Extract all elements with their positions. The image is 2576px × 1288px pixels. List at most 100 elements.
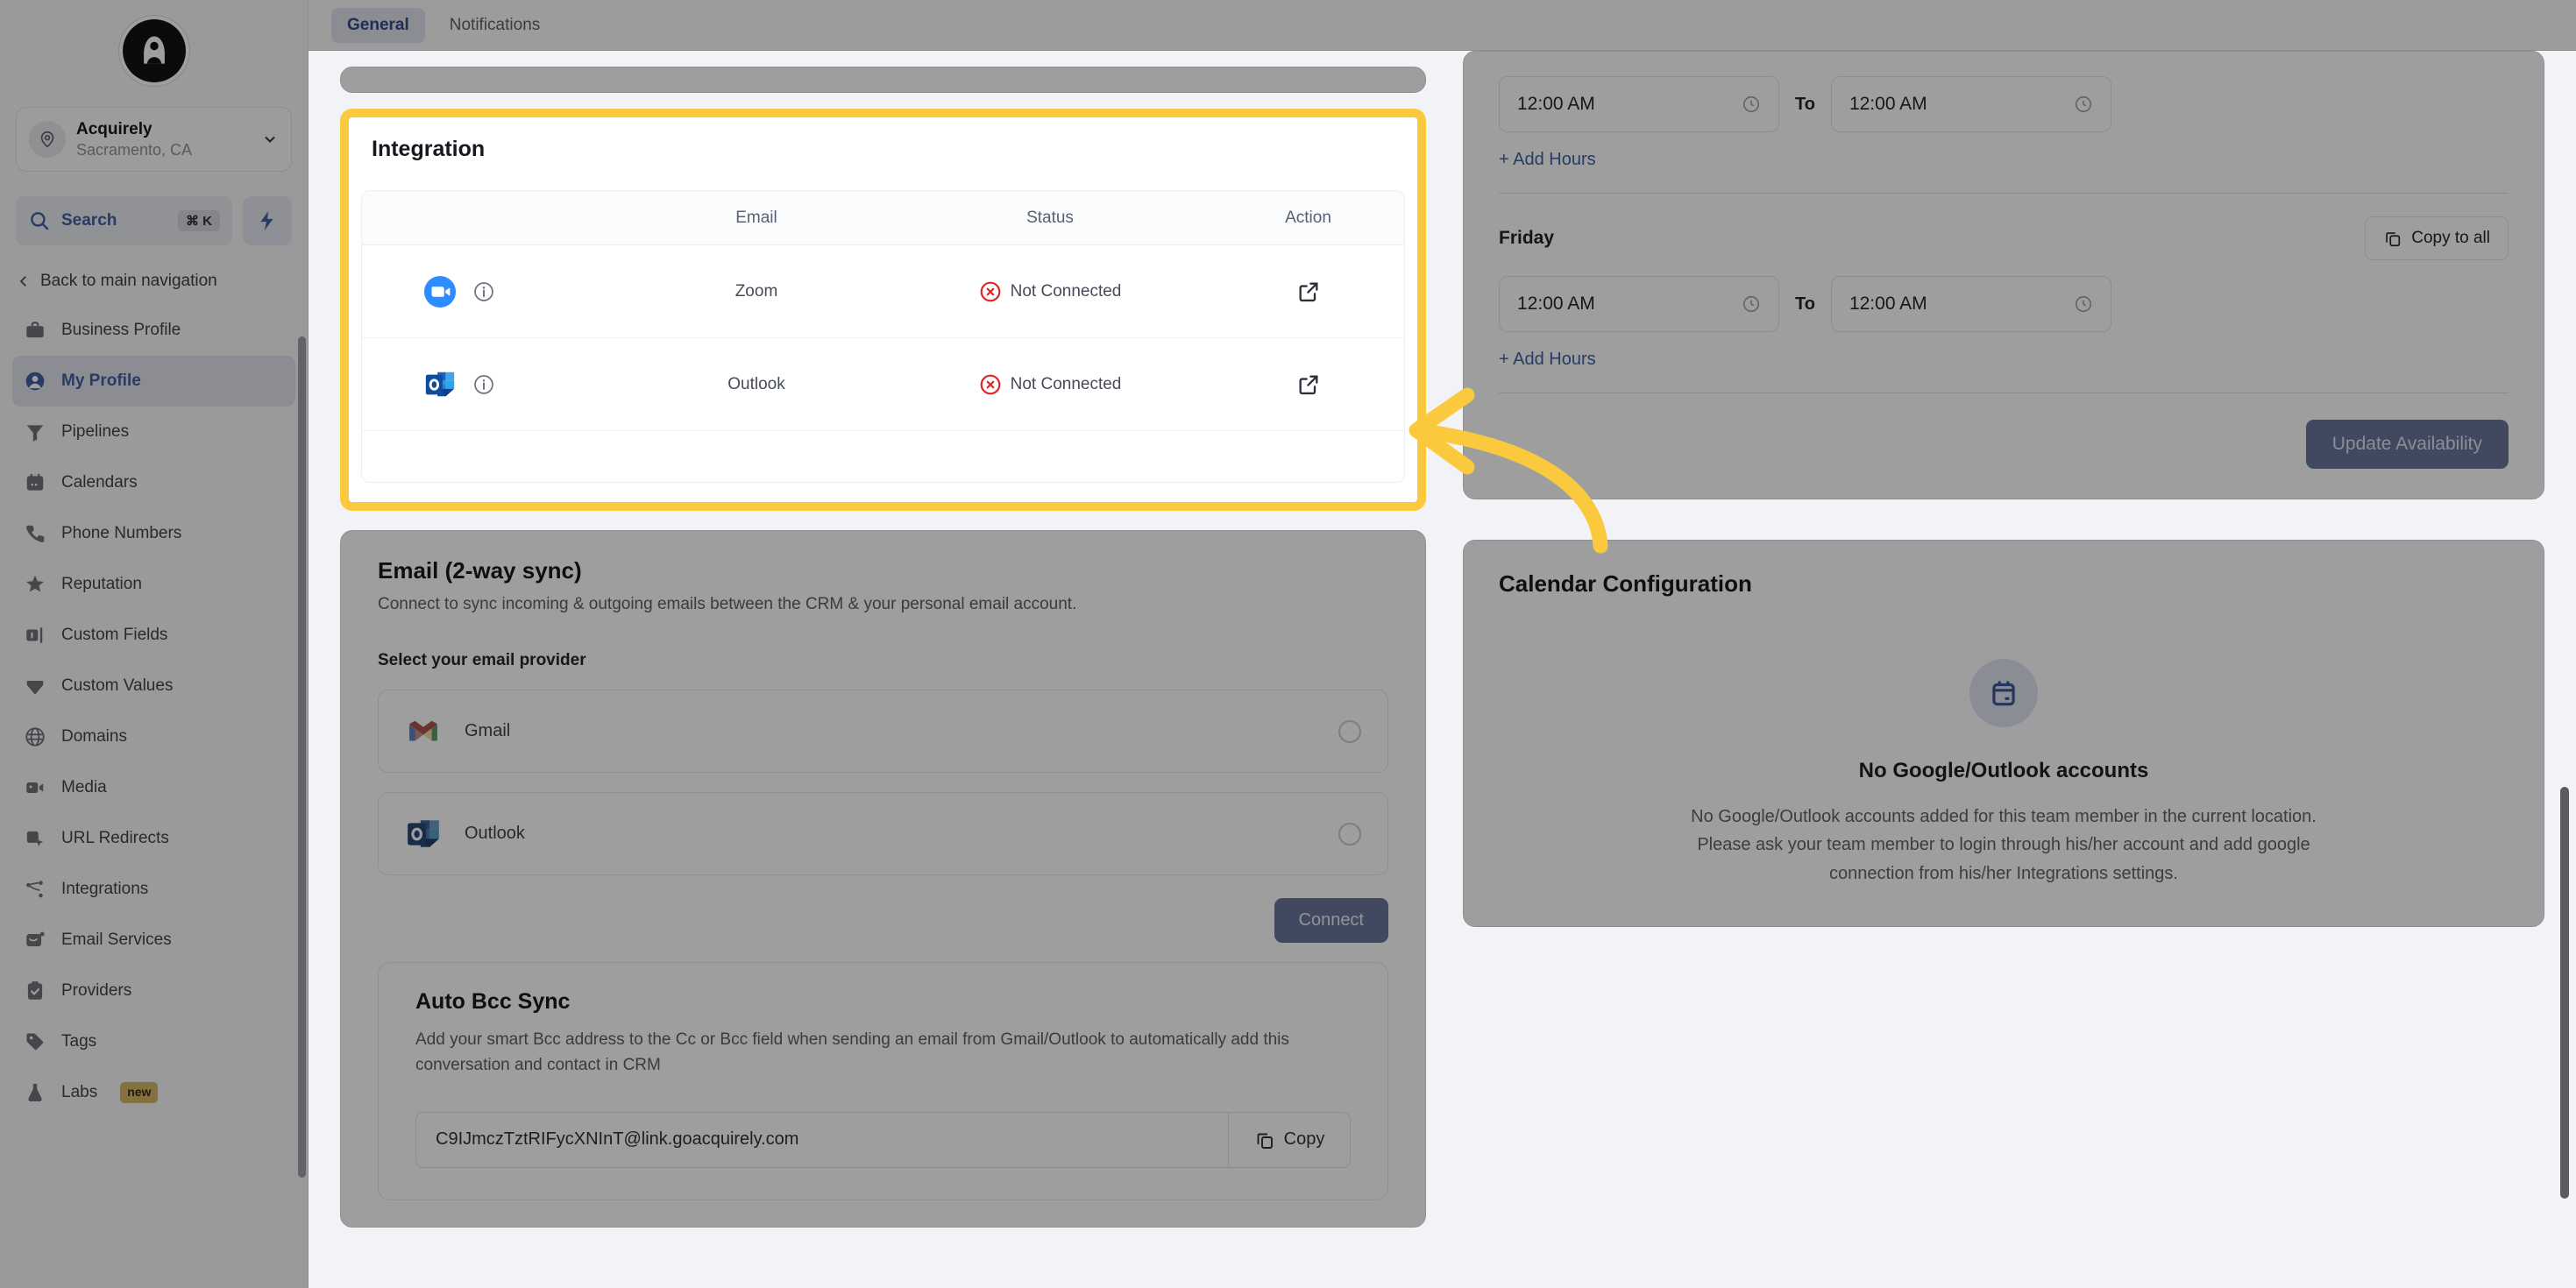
calendar-empty-text: No Google/Outlook accounts added for thi… <box>1691 807 2317 883</box>
time-to-input-friday[interactable]: 12:00 AM <box>1830 276 2111 332</box>
tag-icon <box>23 1030 47 1054</box>
acquirely-logo[interactable] <box>122 19 186 82</box>
update-availability-row: Update Availability <box>1499 420 2509 469</box>
day-row-friday: Friday Copy to all <box>1499 216 2509 260</box>
sidebar-item-label: Business Profile <box>61 321 181 339</box>
external-link-icon[interactable] <box>1296 280 1321 304</box>
share-nodes-icon <box>23 877 47 902</box>
back-to-main-navigation[interactable]: Back to main navigation <box>16 272 292 291</box>
row-status: Not Connected <box>888 373 1212 396</box>
sidebar-item-pipelines[interactable]: Pipelines <box>12 407 295 457</box>
sidebar-item-tags[interactable]: Tags <box>12 1016 295 1067</box>
location-text: Acquirely Sacramento, CA <box>76 119 251 159</box>
time-from-input-friday[interactable]: 12:00 AM <box>1499 276 1779 332</box>
sidebar-item-custom-fields[interactable]: Custom Fields <box>12 610 295 661</box>
sidebar-item-business-profile[interactable]: Business Profile <box>12 305 295 356</box>
auto-bcc-copy-button[interactable]: Copy <box>1228 1111 1351 1168</box>
sidebar-item-url-redirects[interactable]: URL Redirects <box>12 813 295 864</box>
row-status-label: Not Connected <box>1010 374 1122 393</box>
sidebar: Acquirely Sacramento, CA Search ⌘ K Back… <box>0 0 309 1288</box>
clock-icon <box>2074 95 2093 114</box>
gmail-icon <box>405 713 442 750</box>
sidebar-item-providers[interactable]: Providers <box>12 966 295 1016</box>
sidebar-item-media[interactable]: Media <box>12 762 295 813</box>
time-from-input[interactable]: 12:00 AM <box>1499 76 1779 132</box>
calendar-empty-title: No Google/Outlook accounts <box>1858 759 2149 782</box>
calendar-icon <box>23 471 47 495</box>
calendar-plug-icon <box>1969 659 2038 727</box>
zoom-icon <box>423 275 457 308</box>
sidebar-item-labs[interactable]: Labs new <box>12 1067 295 1118</box>
sidebar-item-integrations[interactable]: Integrations <box>12 864 295 915</box>
sidebar-item-label: My Profile <box>61 372 141 390</box>
divider <box>1499 193 2509 194</box>
sidebar-item-domains[interactable]: Domains <box>12 711 295 762</box>
calendar-empty-state: No Google/Outlook accounts No Google/Out… <box>1499 598 2509 888</box>
day-name: Friday <box>1499 228 1555 248</box>
main-scrollbar[interactable] <box>2560 787 2569 1199</box>
sidebar-item-phone-numbers[interactable]: Phone Numbers <box>12 508 295 559</box>
video-icon <box>23 775 47 800</box>
sidebar-scroll-thumb[interactable] <box>298 336 306 1178</box>
column-status: Status <box>1026 208 1074 227</box>
search-input[interactable]: Search ⌘ K <box>16 196 232 245</box>
provider-label: Gmail <box>465 721 511 740</box>
external-link-icon[interactable] <box>1296 372 1321 397</box>
sidebar-item-label: Reputation <box>61 575 142 593</box>
globe-icon <box>23 725 47 749</box>
integration-table: Email Status Action Zoom Not Connected O… <box>361 190 1405 483</box>
email-sync-title: Email (2-way sync) <box>378 557 582 584</box>
sidebar-item-calendars[interactable]: Calendars <box>12 457 295 508</box>
info-icon[interactable] <box>472 373 495 396</box>
add-hours-link-friday[interactable]: + Add Hours <box>1499 350 2509 370</box>
cursor-square-icon <box>23 826 47 851</box>
copy-to-all-button[interactable]: Copy to all <box>2365 216 2509 260</box>
auto-bcc-description: Add your smart Bcc address to the Cc or … <box>415 1030 1289 1075</box>
right-column: 12:00 AM To 12:00 AM + Add Hours Friday <box>1452 51 2576 1288</box>
sidebar-scrollbar[interactable] <box>298 336 306 1178</box>
provider-option-gmail[interactable]: Gmail <box>378 690 1388 773</box>
connect-button[interactable]: Connect <box>1274 898 1388 943</box>
integration-table-header: Email Status Action <box>362 191 1404 245</box>
availability-card: 12:00 AM To 12:00 AM + Add Hours Friday <box>1463 51 2544 499</box>
copy-icon <box>1257 1133 1273 1149</box>
calendar-configuration-card: Calendar Configuration No Google/Outlook… <box>1463 540 2544 928</box>
sidebar-item-label: Calendars <box>61 473 138 492</box>
quick-actions-button[interactable] <box>243 196 292 245</box>
sidebar-item-label: Media <box>61 778 107 796</box>
provider-radio-gmail[interactable] <box>1338 719 1361 743</box>
sidebar-item-label: Custom Fields <box>61 626 168 644</box>
chevron-left-icon <box>16 273 32 289</box>
chevron-down-icon[interactable] <box>261 131 279 148</box>
row-status-label: Not Connected <box>1010 281 1122 301</box>
funnel-icon <box>23 420 47 444</box>
sidebar-item-label: Pipelines <box>61 422 130 441</box>
row-email: Outlook <box>727 374 785 393</box>
provider-label: Outlook <box>465 824 525 843</box>
circle-x-icon <box>979 280 1002 303</box>
location-switcher[interactable]: Acquirely Sacramento, CA <box>16 107 292 172</box>
tab-notifications[interactable]: Notifications <box>434 8 557 43</box>
phone-icon <box>23 521 47 546</box>
integration-card: Integration Email Status Action Zoom Not… <box>340 109 1426 511</box>
sidebar-item-reputation[interactable]: Reputation <box>12 559 295 610</box>
circle-x-icon <box>979 373 1002 396</box>
provider-radio-outlook[interactable] <box>1338 822 1361 846</box>
copy-label: Copy <box>1283 1129 1325 1150</box>
info-icon[interactable] <box>472 280 495 303</box>
tab-general[interactable]: General <box>331 7 425 43</box>
sidebar-item-my-profile[interactable]: My Profile <box>12 356 295 407</box>
auto-bcc-title: Auto Bcc Sync <box>415 989 571 1014</box>
envelope-icon <box>23 928 47 952</box>
time-to-value: 12:00 AM <box>1849 294 1927 314</box>
sidebar-item-custom-values[interactable]: Custom Values <box>12 661 295 711</box>
sidebar-item-email-services[interactable]: Email Services <box>12 915 295 966</box>
provider-option-outlook[interactable]: Outlook <box>378 792 1388 875</box>
sidebar-item-label: Integrations <box>61 880 149 898</box>
auto-bcc-address[interactable]: C9IJmczTztRIFycXNInT@link.goacquirely.co… <box>415 1111 1228 1168</box>
update-availability-button[interactable]: Update Availability <box>2305 420 2509 469</box>
add-hours-link[interactable]: + Add Hours <box>1499 150 2509 170</box>
time-to-input[interactable]: 12:00 AM <box>1830 76 2111 132</box>
to-label: To <box>1795 94 1815 114</box>
location-name: Acquirely <box>76 119 153 138</box>
